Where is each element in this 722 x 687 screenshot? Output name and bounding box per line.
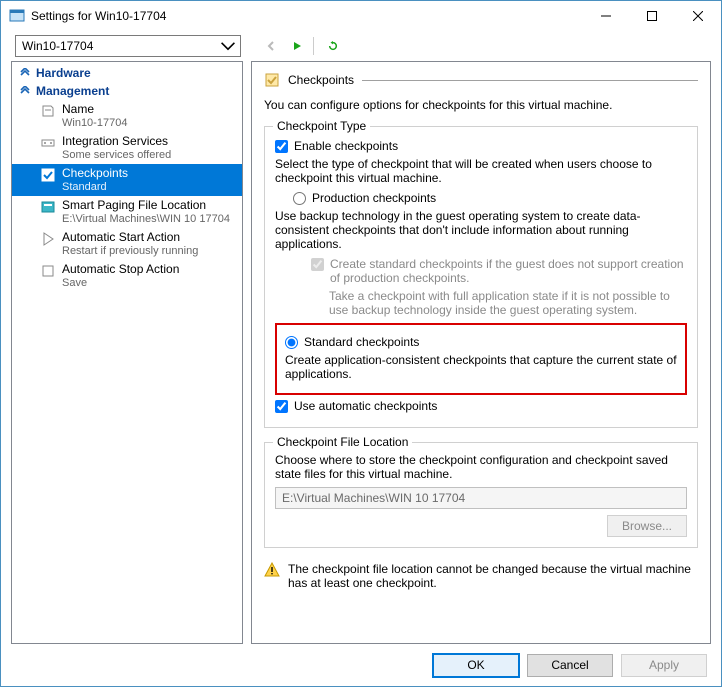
- standard-radio-row[interactable]: Standard checkpoints: [285, 335, 677, 349]
- tree-item-label: Name: [62, 102, 127, 116]
- production-radio[interactable]: [293, 192, 306, 205]
- nav-back-button[interactable]: [261, 36, 281, 56]
- details-panel: Checkpoints You can configure options fo…: [251, 61, 711, 644]
- close-button[interactable]: [675, 1, 721, 31]
- production-desc: Use backup technology in the guest opera…: [275, 209, 687, 251]
- maximize-button[interactable]: [629, 1, 675, 31]
- apply-button: Apply: [621, 654, 707, 677]
- collapse-icon: [20, 86, 30, 96]
- panel-title-row: Checkpoints: [264, 72, 698, 88]
- panel-intro: You can configure options for checkpoint…: [264, 98, 698, 112]
- tree-item-smart-paging[interactable]: Smart Paging File Location E:\Virtual Ma…: [12, 196, 242, 228]
- cancel-button[interactable]: Cancel: [527, 654, 613, 677]
- fallback-checkbox: [311, 258, 324, 271]
- app-icon: [9, 8, 25, 24]
- location-path-field: E:\Virtual Machines\WIN 10 17704: [275, 487, 687, 509]
- checkpoint-location-group: Checkpoint File Location Choose where to…: [264, 442, 698, 548]
- enable-checkpoints-row[interactable]: Enable checkpoints: [275, 139, 687, 153]
- integration-icon: [40, 135, 56, 151]
- chevron-down-icon: [220, 38, 236, 54]
- tree-item-sub: Some services offered: [62, 148, 171, 162]
- fallback-label: Create standard checkpoints if the guest…: [330, 257, 687, 285]
- standard-radio[interactable]: [285, 336, 298, 349]
- standard-highlight: Standard checkpoints Create application-…: [275, 323, 687, 395]
- standard-label: Standard checkpoints: [304, 335, 419, 349]
- fallback-row: Create standard checkpoints if the guest…: [311, 257, 687, 285]
- fallback-note: Take a checkpoint with full application …: [329, 289, 687, 317]
- minimize-button[interactable]: [583, 1, 629, 31]
- production-radio-row[interactable]: Production checkpoints: [293, 191, 687, 205]
- tree-item-sub: E:\Virtual Machines\WIN 10 17704: [62, 212, 230, 226]
- collapse-icon: [20, 68, 30, 78]
- divider: [362, 80, 698, 81]
- start-button[interactable]: [287, 36, 307, 56]
- location-desc: Choose where to store the checkpoint con…: [275, 453, 687, 481]
- auto-checkpoints-label: Use automatic checkpoints: [294, 399, 437, 413]
- auto-checkpoints-checkbox[interactable]: [275, 400, 288, 413]
- tree-item-label: Automatic Stop Action: [62, 262, 179, 276]
- section-hardware[interactable]: Hardware: [12, 64, 242, 82]
- reset-button[interactable]: [323, 36, 343, 56]
- checkpoint-type-group: Checkpoint Type Enable checkpoints Selec…: [264, 126, 698, 428]
- production-label: Production checkpoints: [312, 191, 436, 205]
- tree-item-label: Smart Paging File Location: [62, 198, 230, 212]
- panel-title: Checkpoints: [288, 73, 354, 87]
- tree-item-sub: Save: [62, 276, 179, 290]
- section-label: Hardware: [36, 66, 91, 80]
- section-management[interactable]: Management: [12, 82, 242, 100]
- tree-item-label: Checkpoints: [62, 166, 128, 180]
- dialog-footer: OK Cancel Apply: [1, 644, 721, 686]
- tree-item-auto-start[interactable]: Automatic Start Action Restart if previo…: [12, 228, 242, 260]
- window-controls: [583, 1, 721, 31]
- enable-checkpoints-label: Enable checkpoints: [294, 139, 398, 153]
- standard-desc: Create application-consistent checkpoint…: [285, 353, 677, 381]
- smart-paging-icon: [40, 199, 56, 215]
- tree-item-name[interactable]: Name Win10-17704: [12, 100, 242, 132]
- tree-item-integration[interactable]: Integration Services Some services offer…: [12, 132, 242, 164]
- tree-item-sub: Win10-17704: [62, 116, 127, 130]
- name-icon: [40, 103, 56, 119]
- section-label: Management: [36, 84, 109, 98]
- group-legend: Checkpoint Type: [273, 119, 370, 133]
- tree-item-label: Integration Services: [62, 134, 171, 148]
- tree-item-label: Automatic Start Action: [62, 230, 198, 244]
- warning-row: The checkpoint file location cannot be c…: [264, 562, 698, 590]
- toolbar: Win10-17704: [1, 31, 721, 61]
- tree-item-sub: Standard: [62, 180, 128, 194]
- enable-checkpoints-checkbox[interactable]: [275, 140, 288, 153]
- settings-tree[interactable]: Hardware Management Name Win10-17704 Int…: [11, 61, 243, 644]
- browse-button: Browse...: [607, 515, 687, 537]
- tree-item-checkpoints[interactable]: Checkpoints Standard: [12, 164, 242, 196]
- vm-selector-combo[interactable]: Win10-17704: [15, 35, 241, 57]
- group-legend: Checkpoint File Location: [273, 435, 412, 449]
- vm-selector-value: Win10-17704: [22, 39, 220, 53]
- settings-window: Settings for Win10-17704 Win10-17704 Har…: [0, 0, 722, 687]
- warning-text: The checkpoint file location cannot be c…: [288, 562, 698, 590]
- ok-button[interactable]: OK: [433, 654, 519, 677]
- auto-start-icon: [40, 231, 56, 247]
- titlebar: Settings for Win10-17704: [1, 1, 721, 31]
- window-title: Settings for Win10-17704: [31, 9, 583, 23]
- select-type-text: Select the type of checkpoint that will …: [275, 157, 687, 185]
- checkpoint-icon: [264, 72, 280, 88]
- auto-stop-icon: [40, 263, 56, 279]
- main-content: Hardware Management Name Win10-17704 Int…: [1, 61, 721, 644]
- tree-item-sub: Restart if previously running: [62, 244, 198, 258]
- auto-checkpoints-row[interactable]: Use automatic checkpoints: [275, 399, 687, 413]
- checkpoint-icon: [40, 167, 56, 183]
- warning-icon: [264, 562, 280, 578]
- tree-item-auto-stop[interactable]: Automatic Stop Action Save: [12, 260, 242, 292]
